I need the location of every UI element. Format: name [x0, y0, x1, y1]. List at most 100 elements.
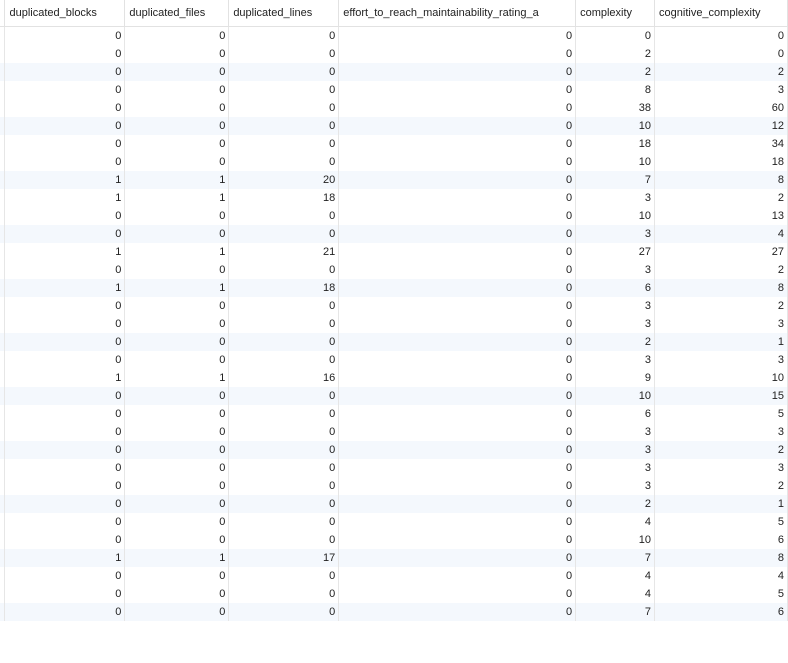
table-cell[interactable]: 10 [654, 369, 788, 387]
table-cell[interactable]: 0 [654, 26, 788, 45]
table-cell[interactable]: 0 [338, 153, 577, 171]
table-cell[interactable]: 0 [124, 441, 230, 459]
table-cell[interactable]: 0 [4, 225, 126, 243]
table-cell[interactable]: 3 [575, 441, 656, 459]
table-cell[interactable]: 0 [124, 315, 230, 333]
table-cell[interactable]: 8 [654, 279, 788, 297]
table-cell[interactable]: 3 [575, 225, 656, 243]
table-cell[interactable]: 0 [124, 207, 230, 225]
table-cell[interactable]: 0 [338, 225, 577, 243]
table-cell[interactable]: 0 [228, 387, 340, 405]
table-cell[interactable]: 0 [4, 387, 126, 405]
table-cell[interactable]: 4 [575, 567, 656, 585]
table-cell[interactable]: 2 [654, 297, 788, 315]
table-cell[interactable]: 2 [654, 477, 788, 495]
table-cell[interactable]: 0 [228, 585, 340, 603]
table-cell[interactable]: 3 [575, 477, 656, 495]
table-cell[interactable]: 3 [575, 261, 656, 279]
table-cell[interactable]: 0 [124, 405, 230, 423]
table-cell[interactable]: 0 [338, 63, 577, 81]
table-cell[interactable]: 1 [4, 243, 126, 261]
table-cell[interactable]: 0 [124, 423, 230, 441]
table-cell[interactable]: 2 [575, 495, 656, 513]
table-row[interactable]: 0 0 0 0 10 6 [0, 531, 788, 549]
table-row[interactable]: 000033 [0, 351, 788, 369]
table-cell[interactable]: 0 [338, 495, 577, 513]
table-cell[interactable]: 0 [124, 495, 230, 513]
column-header-duplicated-files[interactable]: duplicated_files [124, 0, 230, 27]
table-cell[interactable]: 0 [338, 351, 577, 369]
table-cell[interactable]: 0 [338, 297, 577, 315]
table-cell[interactable]: 0 [124, 351, 230, 369]
table-row[interactable]: 000033 [0, 423, 788, 441]
table-row[interactable]: 000021 [0, 495, 788, 513]
table-cell[interactable]: 0 [228, 315, 340, 333]
table-cell[interactable]: 0 [338, 531, 577, 549]
table-cell[interactable]: 0 [338, 243, 577, 261]
table-cell[interactable]: 3 [575, 459, 656, 477]
table-cell[interactable]: 8 [654, 549, 788, 567]
table-row[interactable]: 000065 [0, 405, 788, 423]
table-cell[interactable]: 0 [338, 567, 577, 585]
table-row[interactable]: 1 1 18 0 3 2 [0, 189, 788, 207]
table-cell[interactable]: 2 [575, 333, 656, 351]
table-cell[interactable]: 0 [228, 603, 340, 621]
table-cell[interactable]: 4 [575, 513, 656, 531]
table-cell[interactable]: 0 [338, 477, 577, 495]
table-cell[interactable]: 0 [4, 135, 126, 153]
table-cell[interactable]: 0 [228, 351, 340, 369]
table-row[interactable]: 0 0 0 0 10 12 [0, 117, 788, 135]
table-cell[interactable]: 0 [124, 153, 230, 171]
table-cell[interactable]: 1 [124, 279, 230, 297]
table-cell[interactable]: 0 [4, 297, 126, 315]
table-cell[interactable]: 10 [575, 117, 656, 135]
table-cell[interactable]: 0 [338, 387, 577, 405]
table-cell[interactable]: 0 [4, 81, 126, 99]
table-cell[interactable]: 7 [575, 171, 656, 189]
table-cell[interactable]: 0 [4, 477, 126, 495]
table-cell[interactable]: 0 [338, 459, 577, 477]
table-row[interactable]: 000020 [0, 45, 788, 63]
table-row[interactable]: 000044 [0, 567, 788, 585]
table-cell[interactable]: 0 [124, 513, 230, 531]
table-cell[interactable]: 17 [228, 549, 340, 567]
table-cell[interactable]: 38 [575, 99, 656, 117]
table-cell[interactable]: 0 [338, 603, 577, 621]
table-cell[interactable]: 0 [338, 513, 577, 531]
table-cell[interactable]: 0 [124, 261, 230, 279]
table-cell[interactable]: 0 [124, 63, 230, 81]
table-cell[interactable]: 8 [654, 171, 788, 189]
table-cell[interactable]: 0 [228, 135, 340, 153]
table-row[interactable]: 0 0 0 0 38 60 [0, 99, 788, 117]
table-row[interactable]: 000032 [0, 297, 788, 315]
table-row[interactable]: 1 1 17 0 7 8 [0, 549, 788, 567]
table-cell[interactable]: 0 [228, 45, 340, 63]
table-cell[interactable]: 0 [124, 81, 230, 99]
table-cell[interactable]: 6 [654, 603, 788, 621]
table-cell[interactable]: 1 [4, 279, 126, 297]
table-cell[interactable]: 10 [575, 387, 656, 405]
table-cell[interactable]: 1 [124, 369, 230, 387]
table-cell[interactable]: 0 [228, 153, 340, 171]
table-cell[interactable]: 0 [338, 207, 577, 225]
table-cell[interactable]: 0 [228, 459, 340, 477]
table-cell[interactable]: 27 [575, 243, 656, 261]
table-cell[interactable]: 0 [4, 315, 126, 333]
table-cell[interactable]: 0 [124, 117, 230, 135]
table-cell[interactable]: 2 [654, 63, 788, 81]
table-cell[interactable]: 3 [575, 189, 656, 207]
table-cell[interactable]: 3 [654, 81, 788, 99]
table-row[interactable]: 000033 [0, 315, 788, 333]
column-header-complexity[interactable]: complexity [575, 0, 656, 27]
table-row[interactable]: 000032 [0, 441, 788, 459]
table-cell[interactable]: 6 [575, 279, 656, 297]
table-cell[interactable]: 9 [575, 369, 656, 387]
table-cell[interactable]: 2 [575, 45, 656, 63]
table-row[interactable]: 1 1 18 0 6 8 [0, 279, 788, 297]
table-cell[interactable]: 18 [575, 135, 656, 153]
table-row[interactable]: 000045 [0, 513, 788, 531]
table-cell[interactable]: 0 [654, 45, 788, 63]
table-cell[interactable]: 0 [4, 117, 126, 135]
table-cell[interactable]: 0 [338, 99, 577, 117]
table-cell[interactable]: 0 [4, 495, 126, 513]
